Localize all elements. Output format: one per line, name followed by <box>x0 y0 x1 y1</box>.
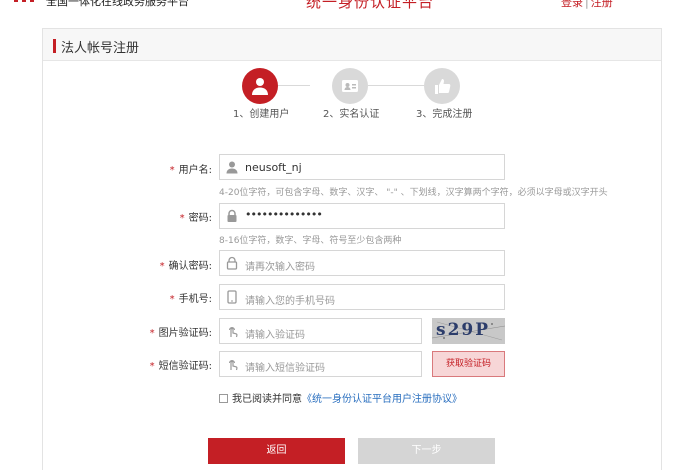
captcha-image[interactable]: s29P <box>432 318 505 344</box>
confirm-password-placeholder: 请再次输入密码 <box>245 262 315 273</box>
sms-code-placeholder: 请输入短信验证码 <box>245 363 325 374</box>
image-code-field[interactable]: 请输入验证码 <box>219 318 422 344</box>
agreement-text: 我已阅读并同意 <box>232 394 302 405</box>
next-step-button[interactable]: 下一步 <box>358 438 495 464</box>
sms-code-label: * 短信验证码: <box>140 357 212 372</box>
step-label-real-name: 2、实名认证 <box>323 109 380 120</box>
auth-separator: | <box>585 0 589 9</box>
agreement-row: 我已阅读并同意《统一身份认证平台用户注册协议》 <box>219 390 462 405</box>
sms-code-label-text: 短信验证码: <box>158 361 212 372</box>
site-name: 全国一体化在线政务服务平台 <box>46 0 189 8</box>
password-field[interactable]: •••••••••••••• <box>219 203 505 229</box>
phone-label-text: 手机号: <box>178 294 212 305</box>
username-hint: 4-20位字符，可包含字母、数字、汉字、 "-" 、下划线，汉字算两个字符，必须… <box>219 188 608 198</box>
step-create-user <box>242 68 278 104</box>
required-mark: * <box>169 294 175 305</box>
password-label: * 密码: <box>140 209 212 224</box>
password-hint: 8-16位字符，数字、字母、符号至少包含两种 <box>219 236 402 246</box>
required-mark: * <box>149 328 155 339</box>
get-sms-code-button[interactable]: 获取验证码 <box>432 351 505 377</box>
required-mark: * <box>179 213 185 224</box>
required-mark: * <box>169 165 175 176</box>
touch-icon <box>229 327 238 338</box>
top-header: 全国一体化在线政务服务平台 统一身份认证平台 登录 | 注册 <box>0 0 682 14</box>
agreement-checkbox[interactable] <box>219 394 228 403</box>
image-code-label-text: 图片验证码: <box>158 328 212 339</box>
auth-links: 登录 | 注册 <box>561 0 613 10</box>
phone-placeholder: 请输入您的手机号码 <box>245 296 335 307</box>
agreement-link[interactable]: 《统一身份认证平台用户注册协议》 <box>302 394 462 405</box>
step-label-complete: 3、完成注册 <box>416 109 473 120</box>
panel-header: 法人帐号注册 <box>43 29 661 61</box>
confirm-password-label: * 确认密码: <box>140 257 212 272</box>
thumbs-up-icon <box>435 79 451 94</box>
login-link[interactable]: 登录 <box>561 0 583 9</box>
image-code-label: * 图片验证码: <box>140 324 212 339</box>
required-mark: * <box>149 361 155 372</box>
image-code-placeholder: 请输入验证码 <box>245 330 305 341</box>
username-label-text: 用户名: <box>178 165 212 176</box>
confirm-password-label-text: 确认密码: <box>168 261 212 272</box>
confirm-password-field[interactable]: 请再次输入密码 <box>219 250 505 276</box>
step-label-create-user: 1、创建用户 <box>233 109 290 120</box>
user-icon <box>252 78 268 95</box>
step-real-name <box>332 68 368 104</box>
username-label: * 用户名: <box>140 161 212 176</box>
password-label-text: 密码: <box>188 213 212 224</box>
user-icon <box>226 161 238 174</box>
platform-logo <box>14 0 40 8</box>
required-mark: * <box>159 261 165 272</box>
title-accent-bar <box>53 39 56 53</box>
phone-label: * 手机号: <box>140 290 212 305</box>
mobile-phone-icon <box>227 290 237 304</box>
password-value: •••••••••••••• <box>245 208 323 221</box>
step-connector <box>368 85 424 86</box>
username-field[interactable]: neusoft_nj <box>219 154 505 180</box>
page-center-title: 统一身份认证平台 <box>306 0 435 11</box>
username-value: neusoft_nj <box>245 161 302 174</box>
phone-field[interactable]: 请输入您的手机号码 <box>219 284 505 310</box>
panel-title: 法人帐号注册 <box>61 41 140 56</box>
step-connector <box>278 85 310 86</box>
touch-icon <box>229 360 238 371</box>
id-card-icon <box>342 80 358 92</box>
register-link[interactable]: 注册 <box>591 0 613 9</box>
lock-icon <box>226 256 238 270</box>
sms-code-field[interactable]: 请输入短信验证码 <box>219 351 422 377</box>
back-button[interactable]: 返回 <box>208 438 345 464</box>
lock-icon <box>227 209 237 222</box>
step-complete <box>424 68 460 104</box>
captcha-text: s29P <box>436 320 491 340</box>
